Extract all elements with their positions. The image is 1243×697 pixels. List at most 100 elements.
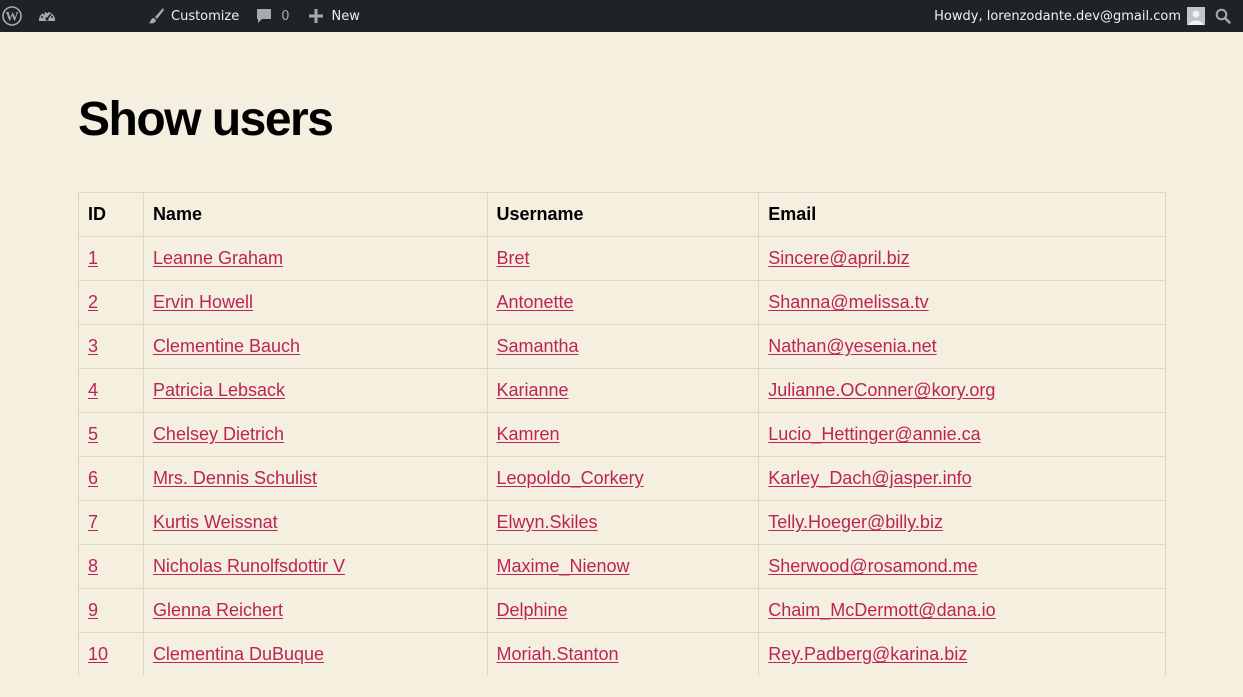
name-cell: Clementina DuBuque <box>142 632 488 676</box>
plus-icon <box>308 8 324 24</box>
user-name-link[interactable]: Glenna Reichert <box>153 600 283 620</box>
column-header-email: Email <box>758 192 1166 237</box>
user-id-link[interactable]: 9 <box>88 600 98 620</box>
my-account-menu[interactable]: Howdy, lorenzodante.dev@gmail.com <box>934 0 1205 32</box>
id-cell: 2 <box>78 280 144 325</box>
id-cell: 1 <box>78 236 144 281</box>
user-name-link[interactable]: Mrs. Dennis Schulist <box>153 468 317 488</box>
table-row: 10 Clementina DuBuque Moriah.Stanton Rey… <box>78 632 1166 676</box>
username-cell: Kamren <box>486 412 760 457</box>
new-label: New <box>331 8 360 24</box>
admin-bar-right: Howdy, lorenzodante.dev@gmail.com <box>934 0 1243 32</box>
table-row: 4 Patricia Lebsack Karianne Julianne.OCo… <box>78 368 1166 413</box>
user-id-link[interactable]: 10 <box>88 644 108 664</box>
user-email-link[interactable]: Shanna@melissa.tv <box>768 292 928 312</box>
user-username-link[interactable]: Kamren <box>497 424 560 444</box>
customize-label: Customize <box>171 8 240 24</box>
table-row: 2 Ervin Howell Antonette Shanna@melissa.… <box>78 280 1166 325</box>
email-cell: Sincere@april.biz <box>758 236 1166 281</box>
dashboard-icon <box>37 6 57 26</box>
user-email-link[interactable]: Telly.Hoeger@billy.biz <box>768 512 943 532</box>
user-email-link[interactable]: Sincere@april.biz <box>768 248 909 268</box>
username-cell: Delphine <box>486 588 760 633</box>
user-username-link[interactable]: Elwyn.Skiles <box>497 512 598 532</box>
id-cell: 7 <box>78 500 144 545</box>
email-cell: Chaim_McDermott@dana.io <box>758 588 1166 633</box>
username-cell: Karianne <box>486 368 760 413</box>
comments-count: 0 <box>281 8 290 24</box>
column-header-id: ID <box>78 192 144 237</box>
name-cell: Clementine Bauch <box>142 324 488 369</box>
users-table: ID Name Username Email 1 Leanne Graham B… <box>78 192 1166 676</box>
id-cell: 9 <box>78 588 144 633</box>
main-content: Show users ID Name Username Email 1 Lean… <box>78 32 1166 676</box>
user-id-link[interactable]: 7 <box>88 512 98 532</box>
id-cell: 3 <box>78 324 144 369</box>
user-id-link[interactable]: 8 <box>88 556 98 576</box>
user-id-link[interactable]: 4 <box>88 380 98 400</box>
user-name-link[interactable]: Ervin Howell <box>153 292 253 312</box>
table-row: 8 Nicholas Runolfsdottir V Maxime_Nienow… <box>78 544 1166 589</box>
wordpress-icon: W <box>2 6 22 26</box>
user-id-link[interactable]: 6 <box>88 468 98 488</box>
user-name-link[interactable]: Patricia Lebsack <box>153 380 285 400</box>
howdy-greeting: Howdy, lorenzodante.dev@gmail.com <box>934 8 1181 24</box>
user-username-link[interactable]: Maxime_Nienow <box>497 556 630 576</box>
user-email-link[interactable]: Chaim_McDermott@dana.io <box>768 600 995 620</box>
user-username-link[interactable]: Karianne <box>497 380 569 400</box>
dashboard-menu[interactable] <box>37 0 67 32</box>
column-header-name: Name <box>142 192 488 237</box>
user-username-link[interactable]: Bret <box>497 248 530 268</box>
email-cell: Rey.Padberg@karina.biz <box>758 632 1166 676</box>
users-table-wrapper: ID Name Username Email 1 Leanne Graham B… <box>78 192 1166 676</box>
customize-link[interactable]: Customize <box>147 0 239 32</box>
name-cell: Mrs. Dennis Schulist <box>142 456 488 501</box>
table-row: 1 Leanne Graham Bret Sincere@april.biz <box>78 236 1166 281</box>
user-username-link[interactable]: Moriah.Stanton <box>497 644 619 664</box>
column-header-username: Username <box>486 192 760 237</box>
user-email-link[interactable]: Rey.Padberg@karina.biz <box>768 644 967 664</box>
user-name-link[interactable]: Leanne Graham <box>153 248 283 268</box>
user-name-link[interactable]: Chelsey Dietrich <box>153 424 284 444</box>
name-cell: Leanne Graham <box>142 236 488 281</box>
user-name-link[interactable]: Kurtis Weissnat <box>153 512 278 532</box>
user-email-link[interactable]: Julianne.OConner@kory.org <box>768 380 995 400</box>
email-cell: Nathan@yesenia.net <box>758 324 1166 369</box>
user-name-link[interactable]: Nicholas Runolfsdottir V <box>153 556 345 576</box>
id-cell: 8 <box>78 544 144 589</box>
user-username-link[interactable]: Antonette <box>497 292 574 312</box>
username-cell: Antonette <box>486 280 760 325</box>
user-username-link[interactable]: Delphine <box>497 600 568 620</box>
email-cell: Sherwood@rosamond.me <box>758 544 1166 589</box>
name-cell: Kurtis Weissnat <box>142 500 488 545</box>
new-content-menu[interactable]: New <box>308 0 360 32</box>
comment-bubble-icon <box>255 7 273 25</box>
username-cell: Leopoldo_Corkery <box>486 456 760 501</box>
wordpress-logo-menu[interactable]: W <box>2 0 32 32</box>
comments-link[interactable]: 0 <box>255 0 290 32</box>
id-cell: 6 <box>78 456 144 501</box>
email-cell: Telly.Hoeger@billy.biz <box>758 500 1166 545</box>
user-username-link[interactable]: Samantha <box>497 336 579 356</box>
email-cell: Karley_Dach@jasper.info <box>758 456 1166 501</box>
user-id-link[interactable]: 5 <box>88 424 98 444</box>
user-email-link[interactable]: Sherwood@rosamond.me <box>768 556 977 576</box>
user-email-link[interactable]: Nathan@yesenia.net <box>768 336 936 356</box>
email-cell: Shanna@melissa.tv <box>758 280 1166 325</box>
user-email-link[interactable]: Lucio_Hettinger@annie.ca <box>768 424 980 444</box>
username-cell: Bret <box>486 236 760 281</box>
user-email-link[interactable]: Karley_Dach@jasper.info <box>768 468 971 488</box>
user-name-link[interactable]: Clementine Bauch <box>153 336 300 356</box>
table-row: 3 Clementine Bauch Samantha Nathan@yesen… <box>78 324 1166 369</box>
name-cell: Nicholas Runolfsdottir V <box>142 544 488 589</box>
search-toggle[interactable] <box>1215 0 1237 32</box>
username-cell: Samantha <box>486 324 760 369</box>
table-row: 7 Kurtis Weissnat Elwyn.Skiles Telly.Hoe… <box>78 500 1166 545</box>
user-name-link[interactable]: Clementina DuBuque <box>153 644 324 664</box>
user-id-link[interactable]: 3 <box>88 336 98 356</box>
user-username-link[interactable]: Leopoldo_Corkery <box>497 468 644 488</box>
table-header-row: ID Name Username Email <box>78 192 1166 237</box>
user-id-link[interactable]: 2 <box>88 292 98 312</box>
name-cell: Glenna Reichert <box>142 588 488 633</box>
user-id-link[interactable]: 1 <box>88 248 98 268</box>
